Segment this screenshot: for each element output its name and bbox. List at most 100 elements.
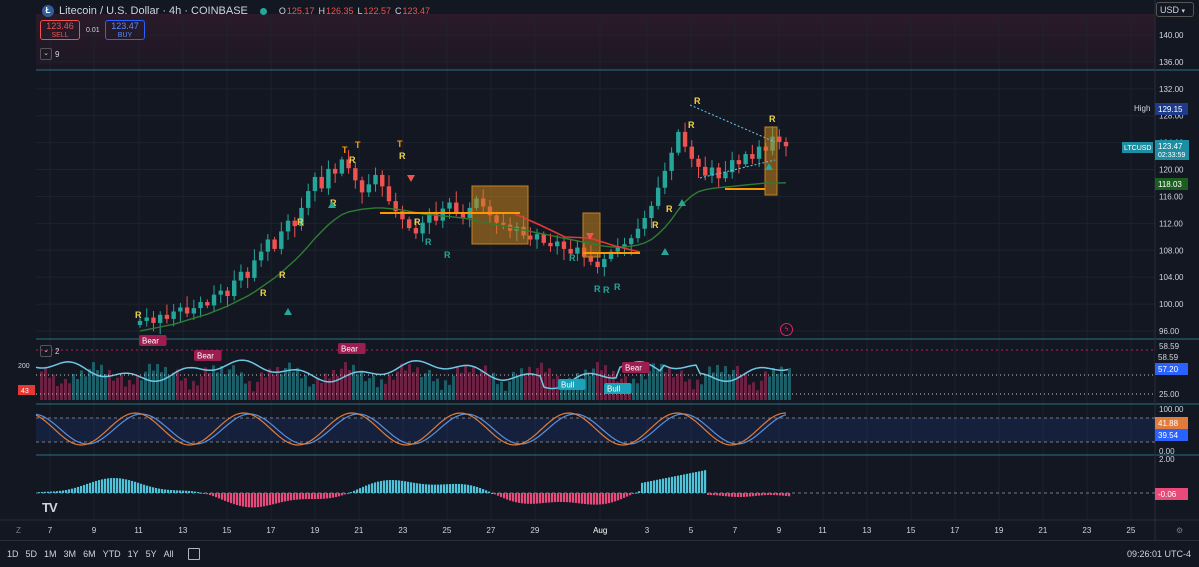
candle-body [756,146,762,159]
clock[interactable]: 09:26:01 UTC-4 [1127,549,1191,559]
macd-bar [446,484,449,493]
candle-body [541,234,546,243]
volume-bar [788,368,791,400]
time-tick: 9 [92,526,97,535]
macd-bar [323,493,326,499]
main-indicators-toggle[interactable]: ⌄ 9 [40,48,59,60]
macd-bar [596,493,599,505]
macd-bar [536,493,539,504]
tradingview-logo[interactable]: TV [42,500,58,515]
macd-bar [599,493,602,505]
stochastic-pane[interactable] [35,412,1155,446]
macd-bar [173,490,176,493]
macd-bar [656,479,659,493]
main-price-pane[interactable]: RRRRRR RRRR RR R RRRRRRT T T [135,96,789,335]
macd-bar [86,483,89,493]
macd-bar [113,478,116,493]
range-1m[interactable]: 1M [44,549,57,559]
volume-bar [428,369,431,400]
volume-bar [672,377,675,400]
volume-bar [388,374,391,400]
candle-body [373,174,378,185]
signal-r-label: R [614,282,621,292]
range-ytd[interactable]: YTD [103,549,121,559]
macd-bar [509,493,512,501]
volume-bar [688,379,691,400]
macd-bar [728,493,731,497]
symbol-title[interactable]: Litecoin / U.S. Dollar · 4h · COINBASE [59,5,248,17]
range-1d[interactable]: 1D [7,549,19,559]
volume-bar [424,373,427,400]
volume-bar [176,369,179,400]
volume-bar [668,367,671,400]
range-3m[interactable]: 3M [64,549,77,559]
volume-bar [324,373,327,400]
time-tick: 13 [862,526,871,535]
time-axis[interactable]: 7 9 11 13 15 17 19 21 23 25 27 29 Aug 3 5 7 9 11 13 15 17 19 2… [16,526,1183,535]
candle-body [238,271,244,281]
volume-bar [520,368,523,400]
buy-button[interactable]: 123.47 BUY [105,20,145,40]
macd-bar [662,478,665,493]
symbol-header: Ł Litecoin / U.S. Dollar · 4h · COINBASE… [42,4,434,18]
chart-canvas[interactable]: RRRRRR RRRR RR R RRRRRRT T T BearBearBearBearB… [0,0,1199,540]
macd-bar [608,493,611,504]
bottom-toolbar: 1D 5D 1M 3M 6M YTD 1Y 5Y All 09:26:01 UT… [0,540,1199,567]
volume-bar [180,380,183,400]
macd-bar [74,487,77,493]
macd-bar [266,493,269,506]
macd-bar [326,493,329,499]
high-value: 129.15 [1158,105,1183,114]
macd-bar [44,491,47,493]
range-1y[interactable]: 1Y [128,549,139,559]
bear-tag: Bear [622,362,650,373]
macd-pane[interactable] [36,470,1155,508]
macd-bar [383,480,386,493]
sell-triangle-icon [407,175,415,182]
macd-bar [584,493,587,505]
candle-body [178,307,183,312]
macd-bar [431,484,434,493]
candle-body [676,131,681,153]
macd-bar [197,492,200,494]
range-6m[interactable]: 6M [83,549,96,559]
sell-button[interactable]: 123.46 SELL [40,20,80,40]
macd-bar [458,483,461,493]
volume-pane[interactable]: Bear Bear Bear Bear Bull Bull 200 43 [18,335,1155,400]
macd-bar [758,493,761,496]
volume-indicators-toggle[interactable]: ⌄ 2 [40,345,59,357]
volume-bar [768,376,771,400]
volume-bar [676,373,679,400]
volume-bar [496,384,499,400]
settings-icon: ⚙ [1176,526,1183,535]
macd-bar [443,484,446,493]
macd-bar [611,493,614,503]
macd-bar [392,480,395,493]
volume-bar [692,389,695,400]
range-5d[interactable]: 5D [26,549,38,559]
candle-body [151,317,156,323]
macd-bar [464,484,467,493]
currency-select[interactable]: USD ▾ [1156,2,1194,17]
price-tick: 136.00 [1159,58,1184,67]
calendar-icon[interactable] [187,548,200,560]
macd-bar [527,493,530,504]
bear-tag: Bear [338,343,366,354]
macd-bar [314,493,317,500]
macd-bar [581,493,584,504]
candle-body [783,141,789,147]
candle-body [252,260,257,278]
bull-tag: Bull [558,379,586,390]
ohlc-low: L122.57 [357,6,392,16]
macd-bar [284,493,287,502]
macd-bar [389,480,392,493]
range-5y[interactable]: 5Y [146,549,157,559]
macd-bar [746,493,749,497]
macd-bar [638,491,641,493]
bull-tag: Bull [604,383,632,394]
lightning-icon[interactable]: ϟ [780,323,793,336]
volume-bar [684,381,687,400]
candle-body [157,314,163,323]
range-all[interactable]: All [164,549,174,559]
ohlc-high: H126.35 [318,6,354,16]
